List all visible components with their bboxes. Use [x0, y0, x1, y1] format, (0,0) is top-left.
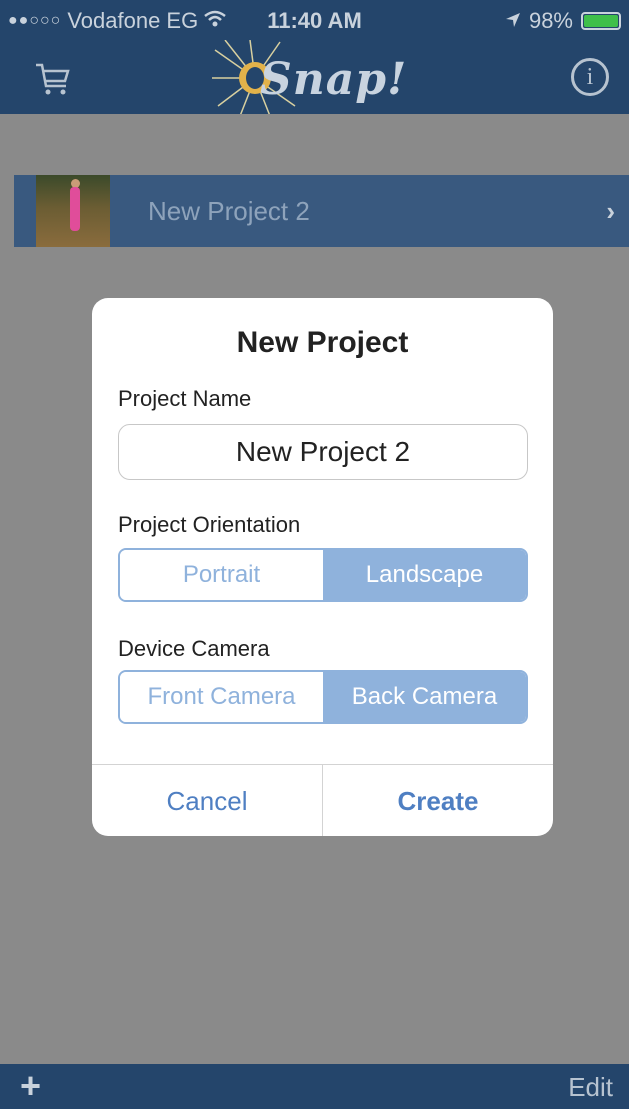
camera-back-option[interactable]: Back Camera [323, 672, 526, 722]
cart-icon[interactable] [34, 62, 72, 101]
dialog-title: New Project [236, 326, 409, 359]
add-icon[interactable]: + [20, 1068, 41, 1104]
create-button[interactable]: Create [322, 765, 553, 836]
battery-icon [581, 12, 621, 30]
project-name-label: Project Name [118, 386, 252, 411]
project-name-input[interactable] [118, 424, 528, 480]
camera-front-option[interactable]: Front Camera [120, 672, 323, 722]
orientation-label: Project Orientation [118, 512, 301, 537]
orientation-segmented-control: Portrait Landscape [118, 548, 528, 602]
list-item[interactable]: New Project 2 › [14, 175, 629, 247]
orientation-portrait-option[interactable]: Portrait [120, 550, 323, 600]
camera-label: Device Camera [118, 636, 270, 661]
nav-bar: Snap! i [0, 40, 629, 116]
project-thumbnail [36, 175, 110, 247]
status-bar: ●●○○○ Vodafone EG 11:40 AM 98% [0, 0, 629, 42]
logo-text: Snap! [260, 54, 408, 105]
edit-button[interactable]: Edit [568, 1072, 613, 1103]
cancel-button[interactable]: Cancel [92, 765, 322, 836]
info-icon[interactable]: i [571, 58, 609, 96]
project-title: New Project 2 [148, 195, 310, 226]
orientation-landscape-option[interactable]: Landscape [323, 550, 526, 600]
bottom-toolbar: + Edit [0, 1064, 629, 1109]
new-project-dialog: New Project Project Name Project Orienta… [92, 298, 553, 836]
status-time: 11:40 AM [267, 8, 362, 33]
camera-segmented-control: Front Camera Back Camera [118, 670, 528, 724]
dialog-actions: Cancel Create [92, 764, 553, 836]
chevron-right-icon: › [606, 195, 615, 226]
